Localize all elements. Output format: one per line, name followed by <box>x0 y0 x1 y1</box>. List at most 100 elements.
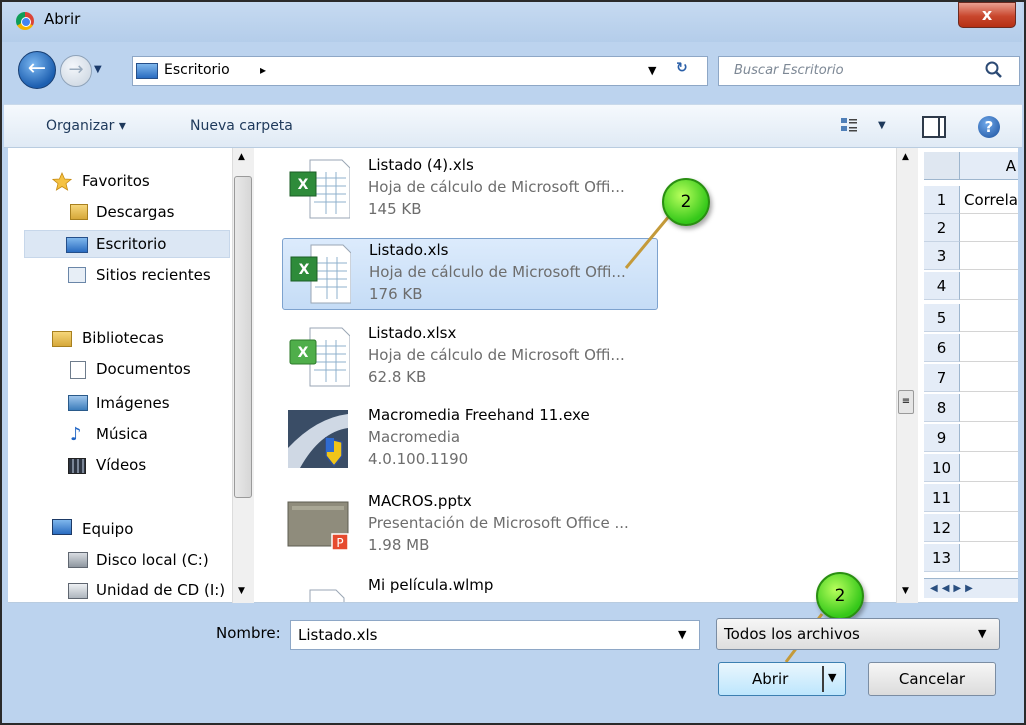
cell <box>960 214 1018 242</box>
filename-value[interactable]: Listado.xls <box>298 626 377 644</box>
sidebar-item-unidad-cd[interactable]: Unidad de CD (I:) <box>96 581 225 599</box>
preview-pane-icon[interactable] <box>922 116 946 138</box>
excel-xlsx-file-icon: X <box>289 327 350 387</box>
cancel-button[interactable]: Cancelar <box>868 662 996 696</box>
back-arrow-icon: ← <box>27 56 47 81</box>
select-all-corner <box>924 152 960 180</box>
file-item[interactable]: X Listado.xlsx Hoja de cálculo de Micros… <box>282 322 658 394</box>
file-item-selected[interactable]: X Listado.xls Hoja de cálculo de Microso… <box>282 238 658 310</box>
history-dropdown-icon[interactable]: ▼ <box>94 64 102 75</box>
excel-file-icon: X <box>289 159 350 219</box>
close-button[interactable]: x <box>958 2 1016 28</box>
scroll-down-icon[interactable]: ▼ <box>902 586 909 596</box>
documents-icon <box>70 361 86 379</box>
column-header-a: A <box>960 152 1018 180</box>
videos-icon <box>68 458 86 474</box>
filename-label: Nombre: <box>216 624 281 642</box>
sidebar-item-imagenes[interactable]: Imágenes <box>96 394 170 412</box>
open-split-divider <box>822 666 824 692</box>
recent-places-icon <box>68 267 86 283</box>
row-header: 2 <box>924 214 960 242</box>
cell <box>960 394 1018 422</box>
scroll-down-icon[interactable]: ▼ <box>238 586 245 596</box>
scroll-up-icon[interactable]: ▲ <box>902 152 909 162</box>
row-header: 7 <box>924 364 960 392</box>
view-options-dropdown-icon[interactable]: ▼ <box>878 120 886 131</box>
filename-dropdown-icon[interactable]: ▼ <box>678 628 686 641</box>
row-header: 4 <box>924 272 960 300</box>
file-list-scrollbar[interactable] <box>896 148 918 603</box>
refresh-icon[interactable]: ↻ <box>676 60 688 76</box>
step-callout-upper: 2 <box>662 178 710 226</box>
cell <box>960 544 1018 572</box>
file-item[interactable]: Mi película.wlmp <box>282 574 658 602</box>
file-list-scroll-thumb[interactable]: ≡ <box>898 390 914 414</box>
row-header: 13 <box>924 544 960 572</box>
svg-text:X: X <box>298 177 309 193</box>
sidebar-item-musica[interactable]: Música <box>96 425 148 443</box>
svg-text:X: X <box>298 345 309 361</box>
cell <box>960 454 1018 482</box>
cell-a1: Correla <box>960 186 1018 214</box>
file-name: MACROS.pptx <box>368 492 472 510</box>
file-type: Hoja de cálculo de Microsoft Offi... <box>369 263 626 281</box>
back-button[interactable]: ← <box>18 51 56 89</box>
music-icon: ♪ <box>70 424 82 445</box>
file-item[interactable]: Macromedia Freehand 11.exe Macromedia 4.… <box>282 404 658 476</box>
cell <box>960 334 1018 362</box>
forward-arrow-icon: → <box>68 59 84 80</box>
libraries-icon <box>52 331 72 347</box>
row-header: 12 <box>924 514 960 542</box>
forward-button[interactable]: → <box>60 55 92 87</box>
open-options-dropdown-icon[interactable]: ▼ <box>828 671 836 684</box>
file-name: Macromedia Freehand 11.exe <box>368 406 590 424</box>
address-dropdown-icon[interactable]: ▼ <box>648 64 656 77</box>
open-button-label[interactable]: Abrir <box>752 670 788 688</box>
sidebar-group-favoritos[interactable]: Favoritos <box>82 172 150 190</box>
sidebar-item-videos[interactable]: Vídeos <box>96 456 146 474</box>
help-icon[interactable]: ? <box>978 116 1000 138</box>
cd-drive-icon <box>68 583 88 599</box>
local-disk-icon <box>68 552 88 568</box>
file-size: 62.8 KB <box>368 368 427 386</box>
breadcrumb-arrow-icon[interactable]: ▸ <box>260 63 266 77</box>
row-header: 6 <box>924 334 960 362</box>
computer-icon <box>52 519 72 535</box>
new-folder-button[interactable]: Nueva carpeta <box>190 118 293 134</box>
svg-text:P: P <box>336 536 343 550</box>
file-type-filter-value[interactable]: Todos los archivos <box>724 625 860 643</box>
sidebar-item-sitios-recientes[interactable]: Sitios recientes <box>96 266 211 284</box>
command-bar <box>4 104 1022 148</box>
svg-text:X: X <box>299 262 310 278</box>
row-header: 8 <box>924 394 960 422</box>
sidebar-item-documentos[interactable]: Documentos <box>96 360 191 378</box>
cell <box>960 514 1018 542</box>
sidebar-scroll-thumb[interactable] <box>234 176 252 498</box>
row-header: 11 <box>924 484 960 512</box>
excel-file-icon: X <box>290 244 351 304</box>
organize-menu-button[interactable]: Organizar ▾ <box>46 118 126 134</box>
title-bar <box>2 2 1022 42</box>
file-item[interactable]: P MACROS.pptx Presentación de Microsoft … <box>282 490 658 562</box>
file-name: Listado.xls <box>369 241 449 259</box>
search-icon[interactable] <box>984 60 1004 80</box>
file-item[interactable]: X Listado (4).xls Hoja de cálculo de Mic… <box>282 154 658 226</box>
sidebar-item-disco-local[interactable]: Disco local (C:) <box>96 551 209 569</box>
file-size: 176 KB <box>369 285 423 303</box>
sidebar-group-bibliotecas[interactable]: Bibliotecas <box>82 329 164 347</box>
cell <box>960 304 1018 332</box>
scroll-up-icon[interactable]: ▲ <box>238 152 245 162</box>
powerpoint-file-icon: P <box>287 501 349 551</box>
sidebar-item-descargas[interactable]: Descargas <box>96 203 174 221</box>
sidebar-item-escritorio[interactable]: Escritorio <box>96 235 166 253</box>
file-name: Listado (4).xls <box>368 156 474 174</box>
chrome-app-icon <box>16 12 34 30</box>
change-view-icon[interactable] <box>840 116 858 134</box>
filter-dropdown-icon[interactable]: ▼ <box>978 627 986 640</box>
address-segment-escritorio[interactable]: Escritorio <box>164 62 230 78</box>
file-size: 145 KB <box>368 200 422 218</box>
star-icon <box>52 172 72 191</box>
sidebar-group-equipo[interactable]: Equipo <box>82 520 133 538</box>
search-placeholder: Buscar Escritorio <box>734 63 844 78</box>
file-size: 1.98 MB <box>368 536 430 554</box>
